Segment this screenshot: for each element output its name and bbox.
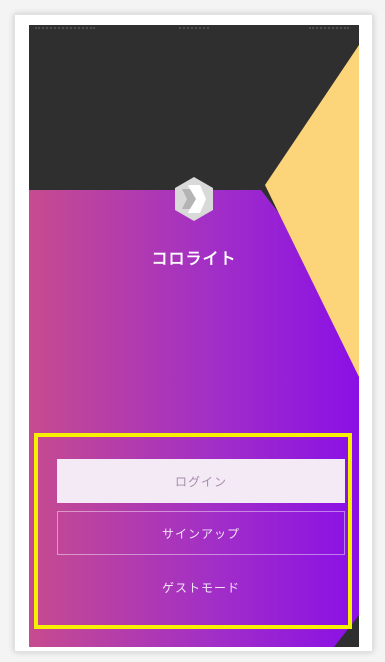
app-screen: コロライト ログイン サインアップ ゲストモード <box>29 25 359 647</box>
device-frame: コロライト ログイン サインアップ ゲストモード <box>14 14 373 652</box>
status-bar-time <box>179 27 209 32</box>
highlight-box <box>34 433 352 629</box>
hexagon-logo-icon <box>175 177 213 221</box>
status-bar <box>29 25 359 33</box>
status-bar-right <box>309 27 349 32</box>
app-title: コロライト <box>151 249 237 268</box>
status-bar-left <box>35 27 95 32</box>
